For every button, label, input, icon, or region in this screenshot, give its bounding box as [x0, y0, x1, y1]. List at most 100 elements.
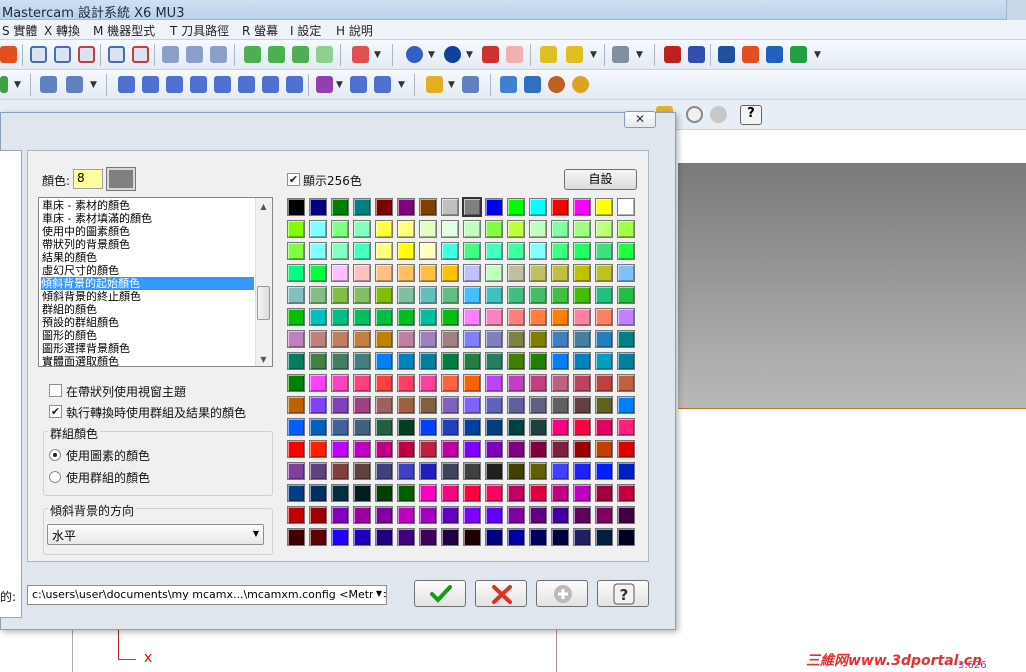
color-swatch[interactable]: [551, 242, 569, 260]
color-swatch[interactable]: [529, 484, 547, 502]
color-swatch[interactable]: [573, 242, 591, 260]
color-swatch[interactable]: [309, 418, 327, 436]
color-swatch[interactable]: [419, 220, 437, 238]
gray-circle-icon[interactable]: [710, 106, 727, 123]
color-swatch[interactable]: [397, 198, 415, 216]
color-swatch[interactable]: [573, 528, 591, 546]
color-swatch[interactable]: [573, 484, 591, 502]
color-swatch[interactable]: [551, 484, 569, 502]
color-swatch[interactable]: [573, 220, 591, 238]
settings-topic-tree[interactable]: [0, 150, 22, 618]
list-item-selected[interactable]: 傾斜背景的起始顏色: [41, 277, 254, 290]
color-swatch[interactable]: [485, 286, 503, 304]
color-swatch[interactable]: [595, 352, 613, 370]
color-swatch[interactable]: [287, 308, 305, 326]
wireframe-globe-icon[interactable]: [406, 46, 423, 63]
color-swatch[interactable]: [507, 198, 525, 216]
control-def-icon[interactable]: [524, 76, 541, 93]
color-item-list[interactable]: 車床 - 素材的顏色 車床 - 素材填滿的顏色 使用中的圖素顏色 帶狀列的背景顏…: [38, 197, 273, 367]
zoom-fit-icon[interactable]: [54, 46, 71, 63]
color-swatch[interactable]: [551, 352, 569, 370]
color-swatch[interactable]: [397, 330, 415, 348]
color-swatch[interactable]: [287, 220, 305, 238]
zoom-target-icon[interactable]: [108, 46, 125, 63]
rotate-icon[interactable]: [162, 46, 179, 63]
color-swatch[interactable]: [309, 242, 327, 260]
chevron-down-icon[interactable]: ▼: [448, 80, 455, 90]
customize-button[interactable]: 自設: [564, 169, 637, 190]
color-swatch[interactable]: [573, 418, 591, 436]
menu-screen[interactable]: R 螢幕: [242, 22, 278, 39]
entity-color-radio[interactable]: [49, 449, 61, 461]
color-swatch[interactable]: [441, 528, 459, 546]
color-swatch[interactable]: [309, 330, 327, 348]
color-swatch[interactable]: [419, 396, 437, 414]
color-swatch[interactable]: [485, 462, 503, 480]
theme-checkbox[interactable]: [49, 384, 62, 397]
translucent-box-icon[interactable]: [506, 46, 523, 63]
color-swatch[interactable]: [463, 462, 481, 480]
chevron-down-icon[interactable]: ▼: [466, 50, 473, 60]
shaded-sphere-icon[interactable]: [444, 46, 461, 63]
color-swatch[interactable]: [551, 528, 569, 546]
color-swatch[interactable]: [441, 198, 459, 216]
color-swatch[interactable]: [441, 506, 459, 524]
color-swatch[interactable]: [331, 440, 349, 458]
color-swatch[interactable]: [595, 484, 613, 502]
color-swatch[interactable]: [617, 220, 635, 238]
chevron-down-icon[interactable]: ▼: [590, 50, 597, 60]
color-swatch[interactable]: [397, 528, 415, 546]
color-swatch[interactable]: [309, 220, 327, 238]
color-swatch[interactable]: [617, 286, 635, 304]
color-swatch[interactable]: [441, 330, 459, 348]
color-swatch[interactable]: [331, 374, 349, 392]
xform-checkbox[interactable]: ✔: [49, 405, 62, 418]
color-swatch[interactable]: [287, 528, 305, 546]
color-swatch[interactable]: [331, 528, 349, 546]
color-swatch[interactable]: [617, 374, 635, 392]
color-swatch[interactable]: [419, 484, 437, 502]
chevron-down-icon[interactable]: ▼: [398, 80, 405, 90]
color-swatch[interactable]: [595, 462, 613, 480]
scale-icon[interactable]: [142, 76, 159, 93]
no-entry-icon[interactable]: [686, 106, 703, 123]
color-swatch[interactable]: [375, 308, 393, 326]
color-swatch[interactable]: [309, 506, 327, 524]
color-swatch[interactable]: [507, 242, 525, 260]
cancel-button[interactable]: [475, 580, 527, 607]
cube-view-icon[interactable]: [352, 46, 369, 63]
color-swatch[interactable]: [419, 352, 437, 370]
chevron-down-icon[interactable]: ▼: [428, 50, 435, 60]
show256-checkbox[interactable]: ✔: [287, 173, 300, 186]
edit-icon[interactable]: [566, 46, 583, 63]
pan-icon[interactable]: [210, 46, 227, 63]
help-button[interactable]: ?: [597, 580, 649, 607]
color-swatch[interactable]: [507, 286, 525, 304]
list-scrollbar[interactable]: [255, 198, 272, 366]
list-item[interactable]: 帶狀列的背景顏色: [42, 238, 130, 251]
color-swatch[interactable]: [551, 264, 569, 282]
front-view-icon[interactable]: [292, 46, 309, 63]
color-swatch[interactable]: [331, 308, 349, 326]
color-swatch[interactable]: [441, 242, 459, 260]
color-swatch[interactable]: [419, 242, 437, 260]
color-swatch[interactable]: [375, 528, 393, 546]
color-swatch[interactable]: [617, 308, 635, 326]
color-swatch[interactable]: [507, 352, 525, 370]
color-swatch[interactable]: [463, 286, 481, 304]
color-swatch[interactable]: [353, 418, 371, 436]
color-swatch[interactable]: [551, 198, 569, 216]
list-item[interactable]: 圖形的顏色: [42, 329, 97, 342]
color-swatch[interactable]: [353, 352, 371, 370]
zoom-in-icon[interactable]: [78, 46, 95, 63]
color-swatch[interactable]: [353, 396, 371, 414]
list-item[interactable]: 預設的群組顏色: [42, 316, 119, 329]
color-swatch[interactable]: [419, 198, 437, 216]
color-swatch[interactable]: [463, 484, 481, 502]
color-swatch[interactable]: [529, 462, 547, 480]
chevron-down-icon[interactable]: ▼: [336, 80, 343, 90]
color-swatch[interactable]: [331, 330, 349, 348]
apply-button[interactable]: [536, 580, 588, 607]
iso-view-icon[interactable]: [244, 46, 261, 63]
color-swatch[interactable]: [551, 418, 569, 436]
